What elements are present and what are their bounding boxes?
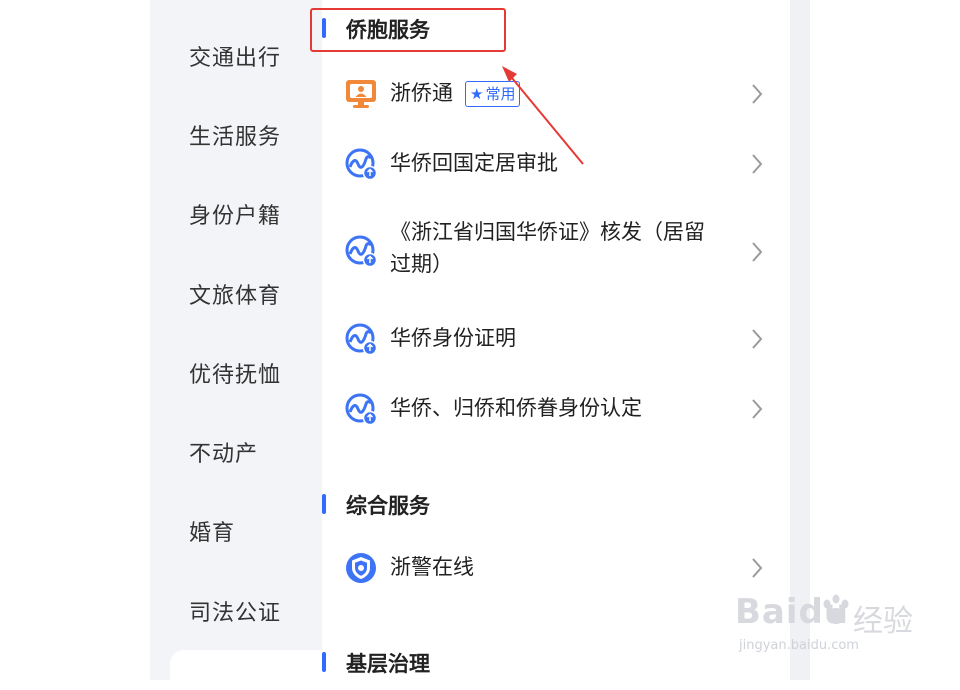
- globe-service-icon: [345, 323, 378, 356]
- right-gutter: [790, 0, 810, 680]
- star-icon: ★: [470, 85, 484, 103]
- sidebar-item-preferential[interactable]: 优待抚恤: [189, 357, 281, 389]
- service-row-overseas-id[interactable]: 华侨身份证明: [344, 321, 764, 357]
- app-screen: 交通出行 生活服务 身份户籍 文旅体育 优待抚恤 不动产 婚育 司法公证 侨胞服…: [150, 0, 790, 690]
- service-row-returnee-cert[interactable]: 《浙江省归国华侨证》核发（居留 过期）: [344, 216, 764, 286]
- annotation-arrow-icon: [502, 66, 584, 165]
- service-row-zhejing-online[interactable]: 浙警在线: [344, 550, 764, 586]
- chevron-right-icon: [752, 242, 763, 262]
- sidebar-item-life[interactable]: 生活服务: [189, 119, 281, 151]
- annotation-highlight-box: [310, 8, 506, 52]
- chevron-right-icon: [752, 329, 763, 349]
- police-shield-icon: [346, 553, 376, 583]
- category-sidebar: 交通出行 生活服务 身份户籍 文旅体育 优待抚恤 不动产 婚育 司法公证: [150, 0, 322, 690]
- user-monitor-icon: [346, 80, 376, 108]
- sidebar-item-traffic[interactable]: 交通出行: [189, 40, 281, 72]
- section-title-grassroots: 基层治理: [346, 652, 430, 676]
- section-marker: [322, 494, 326, 514]
- chevron-right-icon: [752, 154, 763, 174]
- globe-service-icon: [345, 393, 378, 426]
- service-label: 华侨、归侨和侨眷身份认定: [390, 396, 642, 420]
- chevron-right-icon: [752, 84, 763, 104]
- globe-service-icon: [345, 235, 378, 268]
- watermark-cn: 经验: [853, 604, 913, 639]
- section-title-general: 综合服务: [346, 494, 430, 518]
- sidebar-item-realestate[interactable]: 不动产: [189, 436, 258, 468]
- sidebar-item-culture[interactable]: 文旅体育: [189, 278, 281, 310]
- chevron-right-icon: [752, 558, 763, 578]
- service-label: 《浙江省归国华侨证》核发（居留 过期）: [390, 220, 705, 276]
- globe-service-icon: [345, 148, 378, 181]
- watermark-url: jingyan.baidu.com: [739, 638, 859, 653]
- sidebar-item-marriage[interactable]: 婚育: [189, 515, 235, 547]
- sidebar-item-selected[interactable]: [170, 650, 322, 690]
- service-label: 华侨身份证明: [390, 326, 516, 350]
- service-row-identity-confirm[interactable]: 华侨、归侨和侨眷身份认定: [344, 391, 764, 427]
- service-label: 浙警在线: [390, 555, 474, 579]
- sidebar-item-justice[interactable]: 司法公证: [189, 595, 281, 627]
- sidebar-item-identity[interactable]: 身份户籍: [189, 198, 281, 230]
- watermark-brand: Baidu: [735, 592, 850, 632]
- section-marker: [322, 652, 326, 672]
- chevron-right-icon: [752, 399, 763, 419]
